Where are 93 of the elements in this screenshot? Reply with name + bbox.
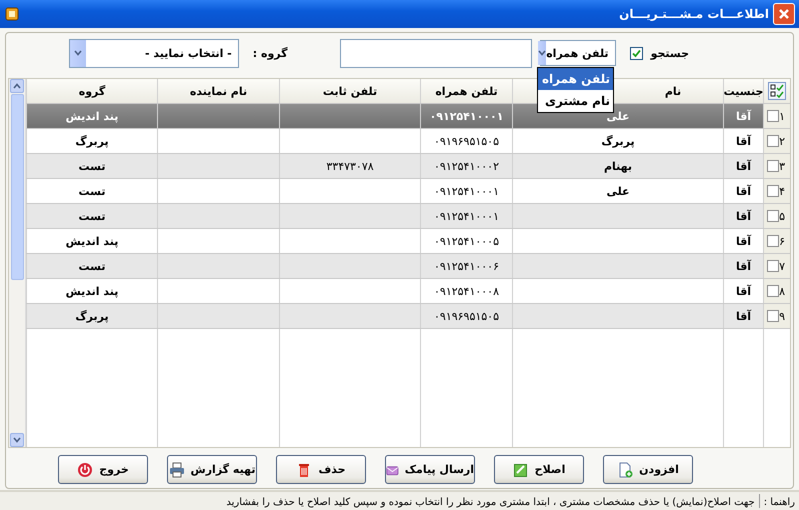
row-checkbox[interactable] <box>767 160 779 172</box>
app-icon <box>4 6 20 22</box>
table-cell: تست <box>78 210 106 222</box>
row-number: ۳ <box>779 160 785 172</box>
row-checkbox[interactable] <box>767 135 779 147</box>
row-number: ۹ <box>779 310 785 322</box>
table-row[interactable]: ۸ آقا ۰۹۱۲۵۴۱۰۰۰۸ پند اندیش <box>26 279 790 304</box>
select-all-button[interactable] <box>768 82 786 100</box>
table-row[interactable]: ۵ آقا ۰۹۱۲۵۴۱۰۰۰۱ تست <box>26 204 790 229</box>
table-row[interactable]: ۲ آقا پربرگ ۰۹۱۹۶۹۵۱۵۰۵ پربرگ <box>26 129 790 154</box>
row-checkbox[interactable] <box>767 310 779 322</box>
table-cell: آقا <box>736 284 752 298</box>
check-icon <box>632 48 641 58</box>
table-cell: آقا <box>736 110 752 122</box>
table-cell: ۰۹۱۲۵۴۱۰۰۰۱ <box>430 110 504 122</box>
row-checkbox[interactable] <box>767 210 779 222</box>
row-checkbox[interactable] <box>767 260 779 272</box>
column-header[interactable]: نام <box>664 84 682 98</box>
row-number: ۶ <box>779 234 785 248</box>
dropdown-option[interactable]: تلفن همراه <box>538 68 613 90</box>
column-header[interactable]: جنسیت <box>724 84 764 98</box>
table-cell: علی <box>606 184 630 198</box>
table-cell: ۰۹۱۲۵۴۱۰۰۰۱ <box>434 184 499 198</box>
report-button[interactable]: تهیه گزارش <box>167 455 257 484</box>
window-title: اطلاعـــات مـشـــتـریـــان <box>619 7 769 21</box>
delete-button[interactable]: حذف <box>276 455 366 484</box>
table-cell: پند اندیش <box>66 110 118 122</box>
checklist-icon <box>770 84 784 98</box>
search-field[interactable] <box>340 38 532 68</box>
status-label: راهنما : <box>764 497 795 508</box>
table-cell: ۰۹۱۹۶۹۵۱۵۰۵ <box>434 134 499 148</box>
table-row[interactable]: ۴ آقا علی ۰۹۱۲۵۴۱۰۰۰۱ تست <box>26 179 790 204</box>
table-cell: ۳۳۴۷۳۰۷۸ <box>326 160 374 172</box>
add-button[interactable]: افزودن <box>603 455 693 484</box>
document-add-icon <box>617 462 634 478</box>
table-cell: آقا <box>736 234 752 248</box>
table-cell: بهنام <box>604 160 632 172</box>
table-cell: ۰۹۱۲۵۴۱۰۰۰۱ <box>434 210 499 222</box>
column-header[interactable]: تلفن ثابت <box>322 84 378 98</box>
close-button[interactable] <box>773 3 795 25</box>
row-checkbox[interactable] <box>767 185 779 197</box>
power-icon <box>77 462 94 478</box>
close-icon <box>778 8 790 20</box>
table-cell: تست <box>78 184 106 198</box>
table-row[interactable]: ۳ آقا بهنام ۰۹۱۲۵۴۱۰۰۰۲ ۳۳۴۷۳۰۷۸ تست <box>26 154 790 179</box>
group-label: گروه : <box>252 46 288 60</box>
send-sms-button[interactable]: ارسال پیامک <box>385 455 475 484</box>
table-cell: علی <box>606 110 630 122</box>
table-cell: ۰۹۱۹۶۹۵۱۵۰۵ <box>434 310 499 322</box>
table-cell: تست <box>78 160 106 172</box>
table-cell: آقا <box>736 160 752 172</box>
scrollbar[interactable] <box>9 79 26 447</box>
table-cell: پند اندیش <box>66 234 118 248</box>
table-row[interactable]: ۷ آقا ۰۹۱۲۵۴۱۰۰۰۶ تست <box>26 254 790 279</box>
table-cell: آقا <box>736 210 752 222</box>
row-checkbox[interactable] <box>767 285 779 297</box>
column-header[interactable]: نام نماینده <box>190 84 248 98</box>
table-cell: پربرگ <box>75 310 109 322</box>
search-checkbox[interactable] <box>630 46 643 60</box>
table-cell: آقا <box>736 260 752 272</box>
printer-icon <box>168 462 185 478</box>
row-checkbox[interactable] <box>767 110 779 122</box>
table-cell: ۰۹۱۲۵۴۱۰۰۰۵ <box>434 234 499 248</box>
row-checkbox[interactable] <box>767 235 779 247</box>
table-row[interactable]: ۶ آقا ۰۹۱۲۵۴۱۰۰۰۵ پند اندیش <box>26 229 790 254</box>
table-cell: پند اندیش <box>66 284 118 298</box>
table-row[interactable]: ۹ آقا ۰۹۱۹۶۹۵۱۵۰۵ پربرگ <box>26 304 790 329</box>
table-cell: تست <box>78 260 106 272</box>
column-header[interactable]: تلفن همراه <box>435 84 498 98</box>
table-cell: ۰۹۱۲۵۴۱۰۰۰۸ <box>434 284 499 298</box>
row-number: ۴ <box>779 184 785 198</box>
table-cell: آقا <box>736 310 752 322</box>
edit-icon <box>512 462 529 478</box>
caret-icon <box>538 50 546 56</box>
row-number: ۷ <box>779 260 785 272</box>
exit-button[interactable]: خروج <box>58 455 148 484</box>
row-number: ۲ <box>779 134 785 148</box>
column-header[interactable]: گروه <box>78 84 106 98</box>
row-number: ۸ <box>779 284 785 298</box>
table-cell: ۰۹۱۲۵۴۱۰۰۰۲ <box>434 160 499 172</box>
table-cell: آقا <box>736 184 752 198</box>
table-cell: پربرگ <box>601 134 635 148</box>
edit-button[interactable]: اصلاح <box>494 455 584 484</box>
row-number: ۱ <box>779 110 785 122</box>
row-number: ۵ <box>779 210 785 222</box>
caret-icon <box>74 50 82 56</box>
table-cell: آقا <box>736 134 752 148</box>
search-label: جستجو <box>650 46 689 60</box>
search-type-dropdown[interactable]: تلفن همراه <box>540 40 616 66</box>
status-message: جهت اصلاح(نمایش) یا حذف مشخصات مشتری ، ابتدا مشتری مورد نظر را انتخاب نموده و سپس کلید اصلاح یا حذف را بفشارید <box>226 497 755 508</box>
group-dropdown[interactable]: - انتخاب نمایید - <box>68 38 239 68</box>
table-cell: پربرگ <box>75 134 109 148</box>
table-cell: ۰۹۱۲۵۴۱۰۰۰۶ <box>434 260 499 272</box>
